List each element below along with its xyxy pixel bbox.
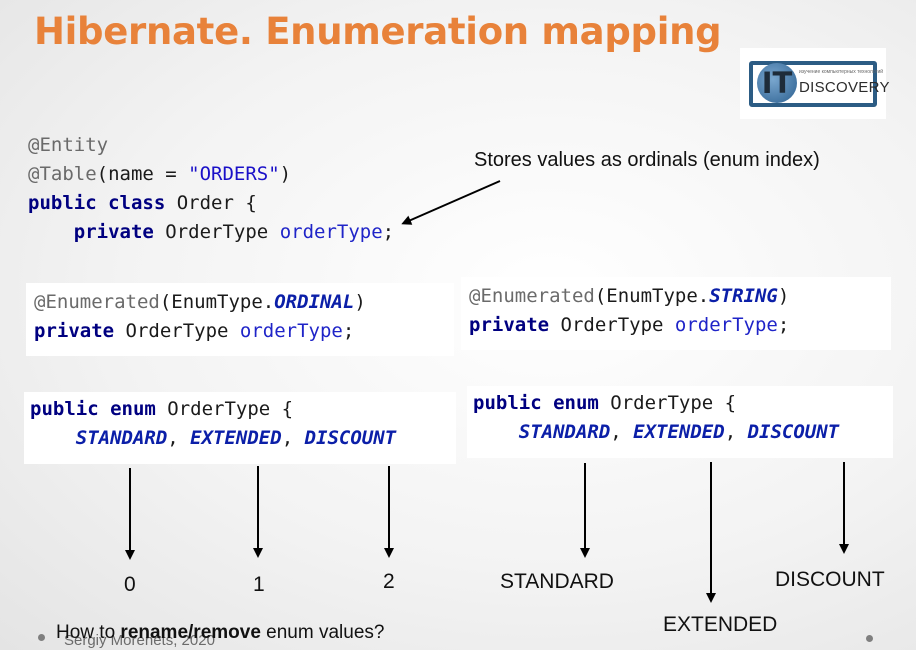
string-value-standard: STANDARD bbox=[500, 570, 614, 593]
footer-question-pre: How to bbox=[56, 622, 121, 643]
footer-question: How to rename/remove enum values? bbox=[56, 622, 384, 644]
footer-question-bold: rename/remove bbox=[120, 622, 261, 643]
ordinal-value-0: 0 bbox=[124, 573, 136, 596]
footer-question-post: enum values? bbox=[260, 622, 385, 643]
ordinal-value-2: 2 bbox=[383, 570, 395, 593]
slide-number-dot-icon bbox=[866, 635, 873, 642]
callout-arrow bbox=[401, 180, 501, 225]
string-value-discount: DISCOUNT bbox=[775, 568, 885, 591]
ordinal-value-1: 1 bbox=[253, 573, 265, 596]
string-value-extended: EXTENDED bbox=[663, 613, 778, 636]
mapping-arrows bbox=[125, 180, 849, 603]
bullet-icon bbox=[38, 634, 45, 641]
